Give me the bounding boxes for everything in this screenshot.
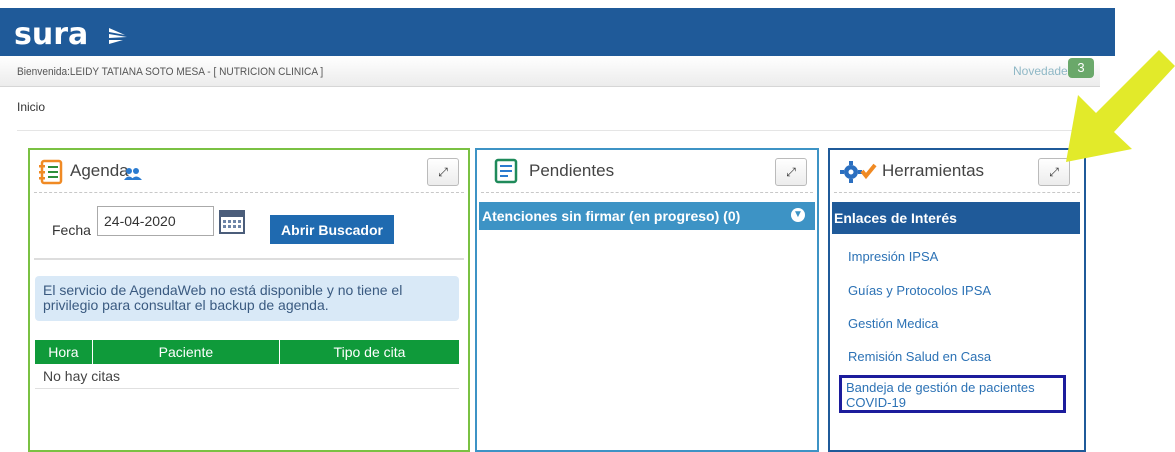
pendientes-panel: Pendientes ⤢ Atenciones sin firmar (en p… (475, 148, 819, 452)
fecha-label: Fecha (52, 222, 91, 238)
citas-table: Hora Paciente Tipo de cita No hay citas (35, 340, 459, 389)
pendientes-document-icon (494, 158, 518, 184)
breadcrumb-inicio[interactable]: Inicio (17, 100, 45, 114)
herramientas-panel: Herramientas ⤢ Enlaces de Interés Impres… (828, 148, 1086, 452)
top-header-bar: sura (0, 8, 1115, 56)
atenciones-sin-firmar-bar[interactable]: Atenciones sin firmar (en progreso) (0) … (479, 202, 815, 230)
abrir-buscador-button[interactable]: Abrir Buscador (270, 215, 394, 244)
atenciones-label: Atenciones sin firmar (en progreso) (0) (482, 208, 741, 224)
link-bandeja-covid-19[interactable]: Bandeja de gestión de pacientes COVID-19 (839, 375, 1066, 413)
panel-divider (481, 192, 813, 193)
fecha-input[interactable] (97, 206, 214, 236)
no-citas-message: No hay citas (35, 364, 459, 389)
column-hora[interactable]: Hora (35, 340, 93, 364)
expand-icon[interactable]: ⤢ (427, 158, 459, 186)
divider (17, 130, 1102, 131)
herramientas-title: Herramientas (882, 161, 985, 180)
sura-wing-icon (109, 28, 127, 44)
panel-divider (834, 192, 1080, 193)
link-impresion-ipsa[interactable]: Impresión IPSA (848, 249, 938, 264)
pendientes-title: Pendientes (529, 161, 615, 180)
expand-icon[interactable]: ⤢ (775, 158, 807, 186)
link-guias-protocolos-ipsa[interactable]: Guías y Protocolos IPSA (848, 283, 991, 298)
section-divider (34, 258, 464, 260)
table-row: No hay citas (35, 364, 459, 389)
agenda-title: Agenda (70, 161, 129, 180)
link-gestion-medica[interactable]: Gestión Medica (848, 316, 938, 331)
users-icon[interactable] (123, 167, 143, 181)
welcome-text: Bienvenida:LEIDY TATIANA SOTO MESA - [ N… (17, 66, 324, 78)
column-paciente[interactable]: Paciente (92, 340, 280, 364)
agenda-info-message: El servicio de AgendaWeb no está disponi… (35, 276, 459, 321)
link-remision-salud-en-casa[interactable]: Remisión Salud en Casa (848, 349, 991, 364)
gears-check-icon (840, 161, 877, 183)
agenda-notebook-icon (39, 159, 63, 185)
panel-divider (34, 192, 464, 193)
agenda-panel: Agenda ⤢ Fecha Abrir Buscador El servici… (28, 148, 470, 452)
annotation-arrow-icon (1066, 50, 1175, 162)
chevron-down-icon[interactable]: ▼ (791, 208, 805, 222)
sura-logo[interactable]: sura (14, 20, 88, 50)
calendar-icon[interactable] (219, 208, 245, 234)
enlaces-de-interes-header: Enlaces de Interés (832, 202, 1080, 234)
column-tipo-cita[interactable]: Tipo de cita (279, 340, 459, 364)
